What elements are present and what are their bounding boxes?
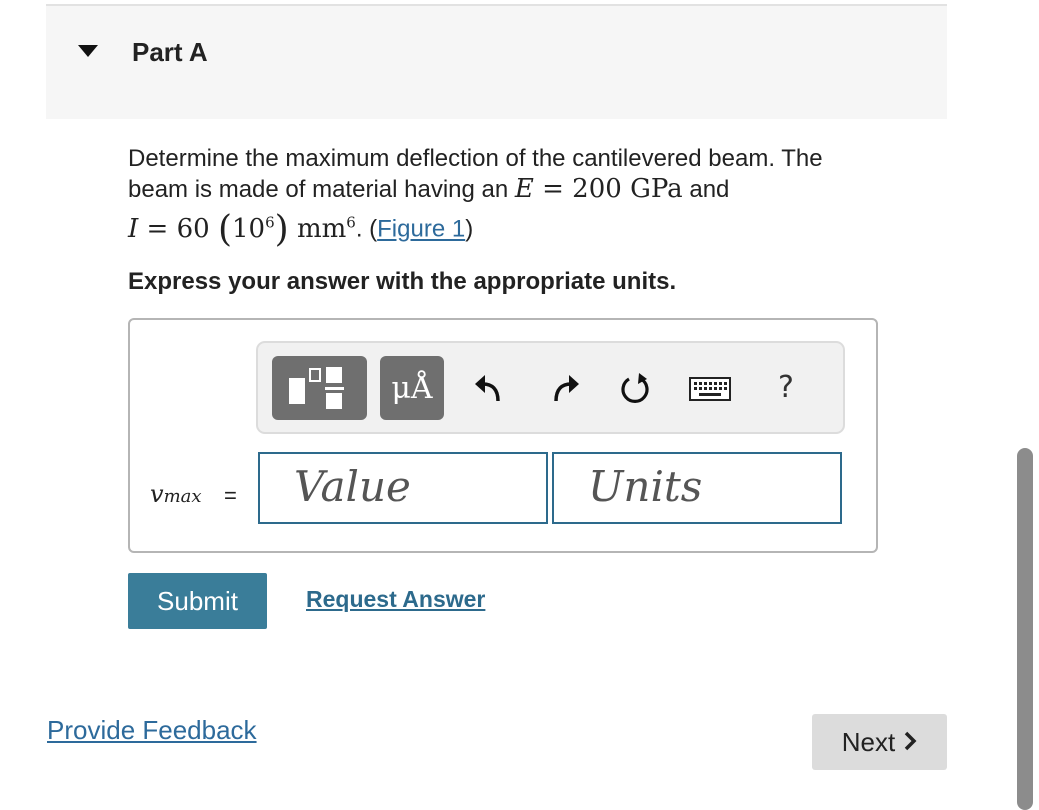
provide-feedback-link[interactable]: Provide Feedback: [47, 715, 257, 746]
units-input[interactable]: Units: [552, 452, 842, 524]
figure-link[interactable]: Figure 1: [377, 216, 465, 243]
undo-button[interactable]: [468, 367, 510, 409]
ten-exponent: 6: [265, 213, 275, 231]
instruction-text: Express your answer with the appropriate…: [128, 268, 677, 295]
open-paren: (: [217, 208, 232, 250]
inertia-value: = 60: [138, 213, 218, 244]
redo-icon: [554, 375, 579, 402]
inertia-expression: I = 60 (106) mm6: [128, 211, 356, 247]
next-button[interactable]: Next: [812, 714, 947, 770]
next-label: Next: [841, 726, 896, 757]
figure-prefix: . (: [355, 215, 378, 243]
variable-label: vmax: [150, 480, 202, 508]
reset-button[interactable]: [614, 367, 656, 409]
page: Part A Determine the maximum deflection …: [0, 0, 1039, 810]
math-toolbar: μÅ ?: [256, 341, 845, 434]
reset-icon: [621, 373, 649, 403]
value-input[interactable]: Value: [258, 452, 548, 524]
collapse-caret-icon[interactable]: [78, 45, 98, 57]
answer-box: μÅ ? vmax = Value Units: [128, 318, 878, 553]
request-answer-link[interactable]: Request Answer: [306, 586, 485, 613]
chevron-right-icon: [903, 727, 917, 758]
submit-button[interactable]: Submit: [128, 573, 267, 629]
undo-icon: [475, 375, 500, 402]
question-line-2-prefix: beam is made of material having an: [128, 176, 515, 203]
units-button[interactable]: μÅ: [380, 356, 444, 420]
templates-icon: [288, 367, 344, 409]
question-line-1: Determine the maximum deflection of the …: [128, 145, 823, 172]
mm-unit: mm: [288, 213, 347, 244]
mm-exponent: 6: [346, 213, 356, 231]
keyboard-button[interactable]: [686, 369, 734, 409]
variable-symbol: v: [150, 480, 164, 508]
part-title[interactable]: Part A: [132, 37, 208, 68]
question-text: Determine the maximum deflection of the …: [128, 143, 908, 247]
modulus-expression: E = 200 GPa: [515, 174, 683, 204]
ten-base: 10: [232, 213, 266, 244]
figure-suffix: ): [465, 215, 474, 243]
question-line-2-suffix: and: [682, 176, 730, 203]
help-button[interactable]: ?: [764, 365, 808, 409]
modulus-value: = 200 GPa: [533, 174, 683, 204]
keyboard-icon: [689, 377, 731, 401]
scrollbar-thumb[interactable]: [1017, 448, 1033, 810]
modulus-symbol: E: [514, 174, 534, 204]
inertia-symbol: I: [128, 213, 139, 244]
redo-button[interactable]: [544, 367, 586, 409]
variable-subscript: max: [163, 486, 202, 507]
equals-sign: =: [224, 483, 237, 508]
templates-button[interactable]: [272, 356, 367, 420]
close-paren: ): [274, 208, 289, 250]
